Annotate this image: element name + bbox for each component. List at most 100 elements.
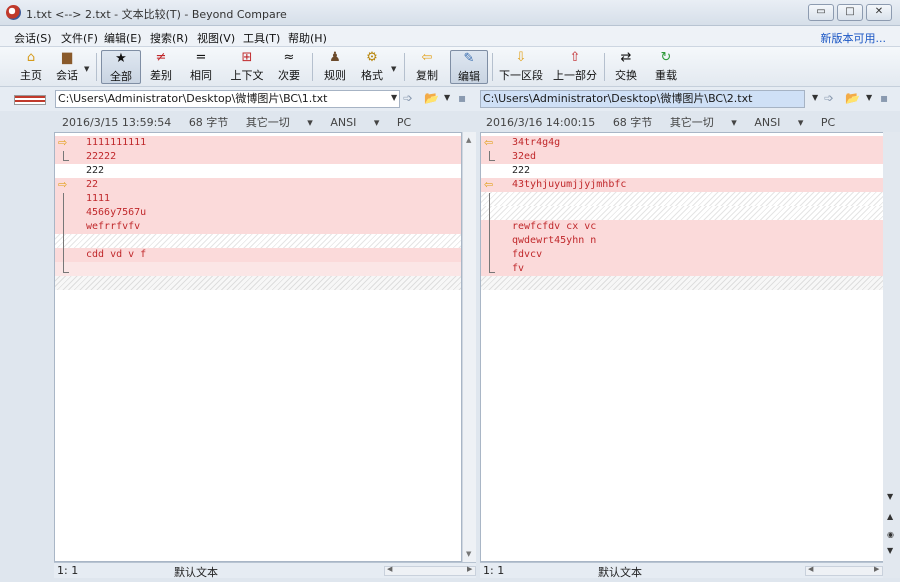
copy-right-arrow-icon[interactable]: ⇨ [58, 136, 67, 149]
copy-left-arrow-icon[interactable]: ⇦ [484, 178, 493, 191]
equal-icon: = [195, 50, 207, 65]
reload-button[interactable]: ↻ 重载 [650, 50, 682, 84]
right-path-dropdown-icon[interactable]: ▼ [812, 93, 818, 102]
right-folder-icon[interactable]: 📂 [845, 91, 860, 105]
scroll-right-icon[interactable]: ▶ [467, 565, 472, 573]
toolbar: ⌂ 主页 ▆ 会话 ▼ ★ 全部 ≠ 差别 = 相同 ⊞ 上下文 ≈ 次要 ♟ … [0, 47, 900, 87]
arrow-down-icon: ⇩ [515, 50, 527, 65]
right-text-pane[interactable]: 34tr4g4g 32ed 222 43tyhjuyumjjyjmhbfc re… [480, 132, 884, 562]
left-file-type[interactable]: 默认文本 [174, 564, 218, 580]
right-save-icon[interactable]: ▪ [880, 91, 888, 105]
copy-right-arrow-icon[interactable]: ⇨ [58, 178, 67, 191]
reload-icon: ↻ [660, 50, 672, 65]
scroll-down-icon[interactable]: ▼ [887, 492, 893, 501]
left-line[interactable]: 222 [55, 164, 461, 178]
scroll-left-icon[interactable]: ◀ [808, 565, 813, 573]
menu-file[interactable]: 文件(F) [61, 30, 98, 46]
scroll-up-icon[interactable]: ▲ [466, 136, 471, 144]
right-folder-dropdown-icon[interactable]: ▼ [866, 93, 872, 102]
left-go-icon[interactable]: ➩ [403, 91, 413, 105]
right-line-endings-dropdown[interactable]: 其它一切 ▾ [670, 116, 737, 129]
prev-section-button[interactable]: ⇧ 上一部分 [551, 50, 599, 84]
right-line[interactable]: 32ed [481, 150, 883, 164]
diff-nav-icon[interactable]: ◉ [887, 530, 894, 539]
right-go-icon[interactable]: ➩ [824, 91, 834, 105]
minor-button[interactable]: ≈ 次要 [272, 50, 306, 84]
right-line[interactable]: 222 [481, 164, 883, 178]
rules-button[interactable]: ♟ 规则 [318, 50, 352, 84]
menu-session[interactable]: 会话(S) [14, 30, 52, 46]
left-path-dropdown-icon[interactable]: ▼ [391, 93, 397, 102]
left-lines-label: 其它一切 [245, 116, 290, 129]
menu-search[interactable]: 搜索(R) [150, 30, 188, 46]
left-horizontal-scrollbar[interactable]: ◀ ▶ [384, 565, 476, 576]
left-line[interactable] [55, 262, 461, 276]
right-line[interactable]: fdvcv [481, 248, 883, 262]
rules-label: 规则 [324, 69, 346, 82]
left-line[interactable]: 1111111111 [55, 136, 461, 150]
edit-button[interactable]: ✎ 编辑 [450, 50, 488, 84]
right-line[interactable]: 34tr4g4g [481, 136, 883, 150]
left-folder-dropdown-icon[interactable]: ▼ [444, 93, 450, 102]
right-lines-label: 其它一切 [669, 116, 714, 129]
left-vertical-scrollbar[interactable]: ▲ ▼ [462, 132, 476, 562]
session-button[interactable]: ▆ 会话 [50, 50, 84, 84]
show-all-button[interactable]: ★ 全部 [101, 50, 141, 84]
swap-button[interactable]: ⇄ 交换 [610, 50, 642, 84]
left-line[interactable] [55, 234, 461, 248]
copy-left-arrow-icon[interactable]: ⇦ [484, 136, 493, 149]
next-section-button[interactable]: ⇩ 下一区段 [498, 50, 544, 84]
scroll-down-icon[interactable]: ▼ [466, 550, 471, 558]
right-file-type[interactable]: 默认文本 [598, 564, 642, 580]
left-line[interactable] [55, 276, 461, 290]
session-dropdown-icon[interactable]: ▼ [84, 65, 89, 73]
left-eol[interactable]: PC [397, 116, 411, 129]
right-line[interactable]: 43tyhjuyumjjyjmhbfc [481, 178, 883, 192]
scroll-right-icon[interactable]: ▶ [874, 565, 879, 573]
format-dropdown-icon[interactable]: ▼ [391, 65, 396, 73]
left-line[interactable]: 22222 [55, 150, 461, 164]
right-line[interactable] [481, 206, 883, 220]
show-same-button[interactable]: = 相同 [184, 50, 218, 84]
next-diff-icon[interactable]: ▼ [887, 546, 893, 555]
menu-edit[interactable]: 编辑(E) [104, 30, 142, 46]
right-line[interactable]: qwdewrt45yhn n [481, 234, 883, 248]
left-line[interactable]: wefrrfvfv [55, 220, 461, 234]
left-save-icon[interactable]: ▪ [458, 91, 466, 105]
context-button[interactable]: ⊞ 上下文 [226, 50, 268, 84]
left-path-input[interactable]: C:\Users\Administrator\Desktop\微博图片\BC\1… [55, 90, 400, 108]
left-line[interactable]: 1111 [55, 192, 461, 206]
left-line[interactable]: cdd vd v f [55, 248, 461, 262]
left-text-pane[interactable]: 1111111111 22222 222 22 1111 4566y7567u … [54, 132, 462, 562]
left-folder-icon[interactable]: 📂 [424, 91, 439, 105]
overview-bar[interactable]: ▼ ▲ ◉ ▼ [883, 132, 900, 578]
close-button[interactable]: ✕ [866, 4, 892, 21]
menu-tools[interactable]: 工具(T) [243, 30, 280, 46]
left-line[interactable]: 4566y7567u [55, 206, 461, 220]
left-datetime: 2016/3/15 13:59:54 [62, 116, 172, 129]
prev-diff-icon[interactable]: ▲ [887, 512, 893, 521]
minimize-button[interactable]: ▭ [808, 4, 834, 21]
update-available-link[interactable]: 新版本可用... [821, 30, 887, 46]
right-line[interactable]: rewfcfdv cx vc [481, 220, 883, 234]
right-line[interactable] [481, 192, 883, 206]
menu-view[interactable]: 视图(V) [197, 30, 235, 46]
left-line[interactable]: 22 [55, 178, 461, 192]
right-file-info: 2016/3/16 14:00:15 68 字节 其它一切 ▾ ANSI ▾ P… [486, 114, 849, 130]
home-button[interactable]: ⌂ 主页 [14, 50, 48, 84]
format-button[interactable]: ⚙ 格式 [355, 50, 389, 84]
right-line[interactable] [481, 276, 883, 290]
right-path-input[interactable]: C:\Users\Administrator\Desktop\微博图片\BC\2… [480, 90, 805, 108]
home-icon: ⌂ [26, 50, 36, 65]
copy-button[interactable]: ⇦ 复制 [410, 50, 444, 84]
right-eol[interactable]: PC [821, 116, 835, 129]
left-encoding-dropdown[interactable]: ANSI ▾ [330, 116, 379, 129]
maximize-button[interactable]: □ [837, 4, 863, 21]
right-encoding-dropdown[interactable]: ANSI ▾ [754, 116, 803, 129]
menu-help[interactable]: 帮助(H) [288, 30, 327, 46]
scroll-left-icon[interactable]: ◀ [387, 565, 392, 573]
right-line[interactable]: fv [481, 262, 883, 276]
left-line-endings-dropdown[interactable]: 其它一切 ▾ [246, 116, 313, 129]
show-diffs-button[interactable]: ≠ 差别 [144, 50, 178, 84]
right-horizontal-scrollbar[interactable]: ◀ ▶ [805, 565, 883, 576]
